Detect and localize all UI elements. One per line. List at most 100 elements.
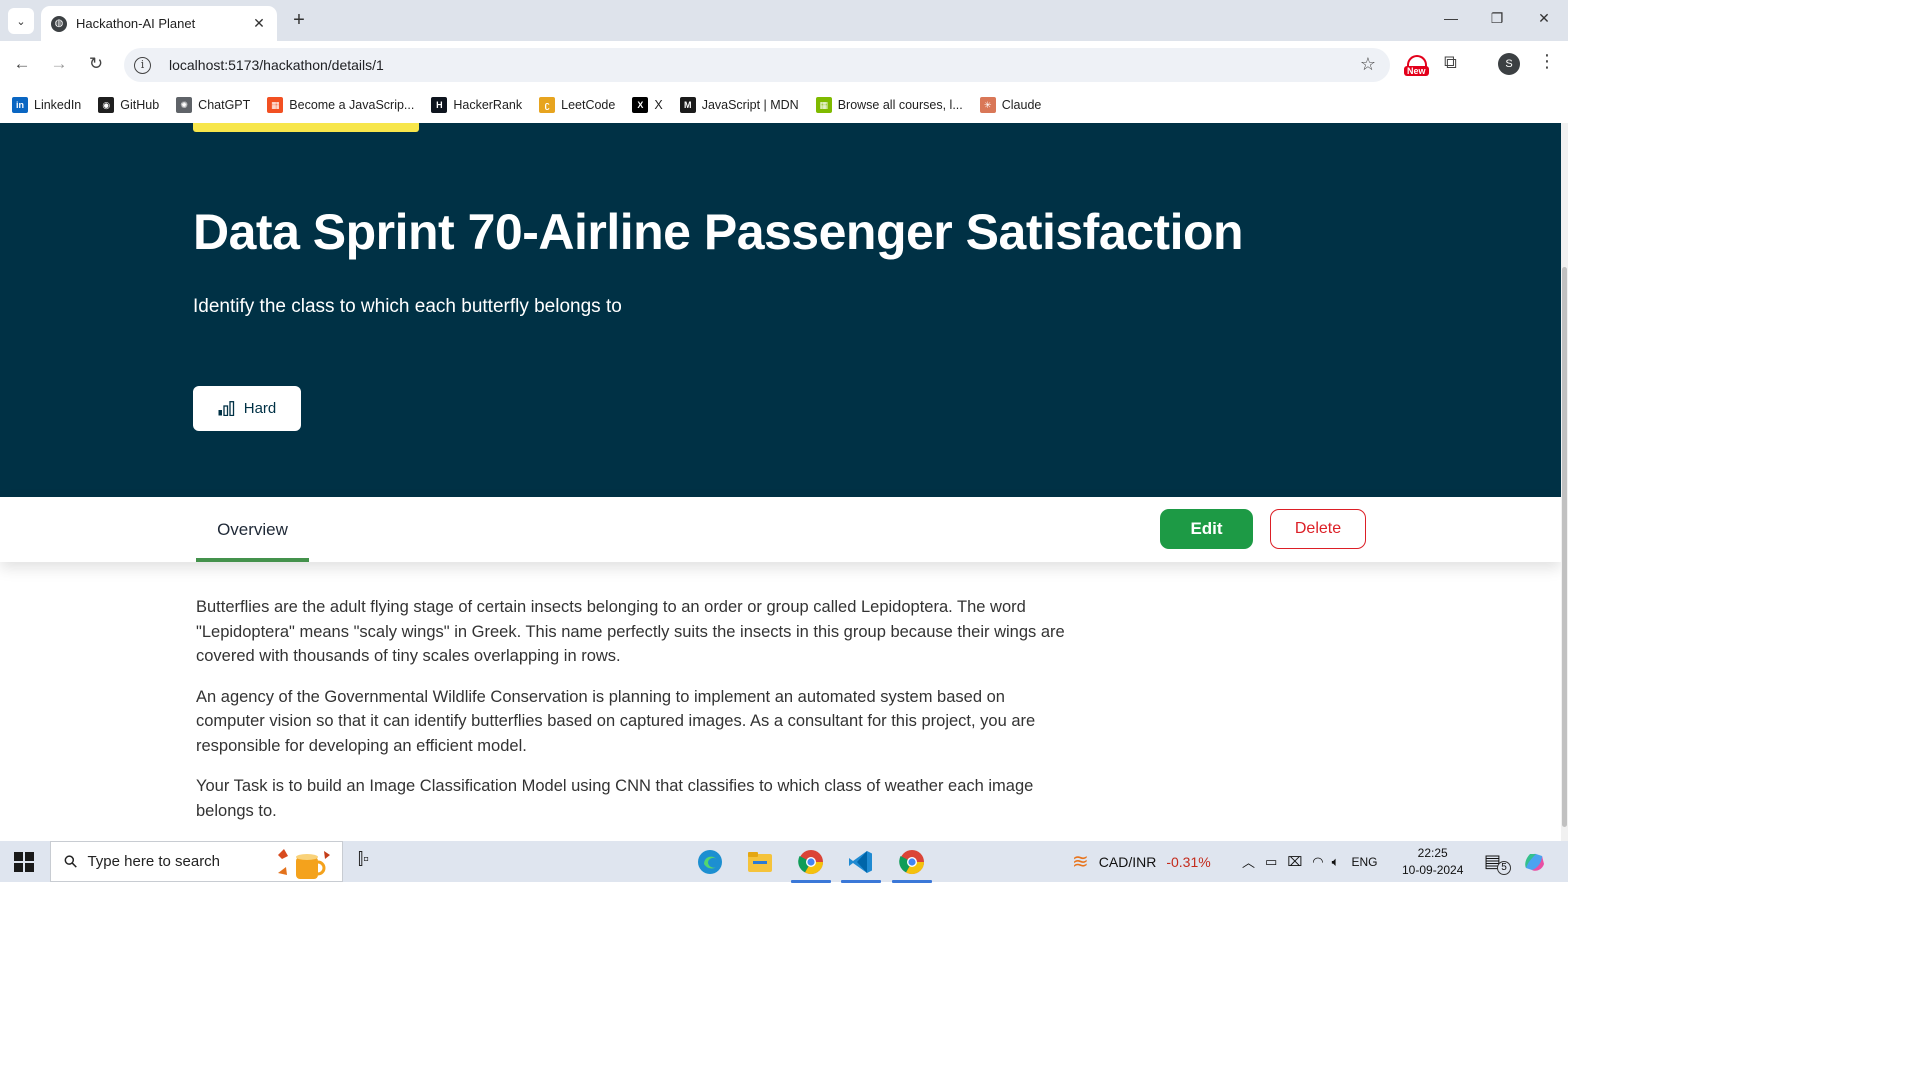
tab-title: Hackathon-AI Planet — [76, 16, 196, 31]
microsoft-icon: ▦ — [815, 97, 832, 113]
github-icon: ◉ — [98, 97, 115, 113]
status-tag — [193, 123, 419, 132]
bookmark-label: LeetCode — [561, 98, 616, 112]
extensions-icon[interactable]: ⧉ — [1444, 52, 1457, 73]
edit-button[interactable]: Edit — [1160, 509, 1253, 549]
details-tab-bar: Overview Edit Delete — [0, 497, 1561, 562]
taskbar-search-box[interactable]: ⚲ Type here to search — [50, 841, 343, 882]
claude-icon: ✳ — [979, 97, 996, 113]
profile-avatar[interactable]: S — [1498, 53, 1520, 75]
bookmark-item[interactable]: ✳ Claude — [979, 97, 1042, 113]
bookmarks-bar: in LinkedIn ◉ GitHub ✺ ChatGPT ▦ Become a JavaS… — [0, 87, 1568, 123]
bookmark-item[interactable]: ◉ GitHub — [98, 97, 159, 113]
wifi-icon[interactable]: ◠ — [1312, 854, 1323, 870]
autumn-cup-icon — [278, 849, 330, 879]
browser-tab[interactable]: ◍ Hackathon-AI Planet ✕ — [41, 6, 277, 41]
x-icon: X — [632, 97, 649, 113]
page-scrollbar[interactable] — [1561, 123, 1568, 841]
hackerrank-icon: H — [431, 97, 448, 113]
browser-tab-strip: ⌄ ◍ Hackathon-AI Planet ✕ + — ❐ ✕ — [0, 0, 1568, 41]
new-extension-icon[interactable]: New — [1404, 55, 1430, 77]
bookmark-label: Claude — [1001, 98, 1042, 112]
file-explorer-icon[interactable] — [740, 845, 780, 879]
tab-search-button[interactable]: ⌄ — [8, 8, 34, 34]
battery-icon[interactable]: ▭ — [1265, 854, 1277, 870]
bookmark-item[interactable]: in LinkedIn — [12, 97, 81, 113]
volume-icon[interactable]: 🔈︎ — [1332, 854, 1340, 870]
search-icon: ⚲ — [59, 850, 82, 873]
bookmark-item[interactable]: ✺ ChatGPT — [176, 97, 250, 113]
minimize-icon[interactable]: — — [1440, 6, 1462, 30]
bookmark-label: ChatGPT — [198, 98, 251, 112]
hackathon-title: Data Sprint 70-Airline Passenger Satisfa… — [193, 204, 1244, 260]
bookmark-item[interactable]: XX — [632, 97, 663, 113]
windows-taskbar: ⚲ Type here to search ⫿▫ ≋ CAD/INR -0.31… — [0, 841, 1568, 883]
linkedin-icon: in — [12, 97, 28, 113]
url-text[interactable]: localhost:5173/hackathon/details/1 — [169, 57, 384, 73]
device-icon[interactable]: ⌧ — [1287, 854, 1302, 870]
edge-app-icon[interactable] — [690, 845, 730, 879]
bookmark-label: Browse all courses, l... — [837, 98, 963, 112]
bookmark-label: GitHub — [120, 98, 160, 112]
chevron-down-icon: ⌄ — [16, 15, 26, 28]
hero-banner: Data Sprint 70-Airline Passenger Satisfa… — [0, 123, 1561, 497]
close-window-icon[interactable]: ✕ — [1533, 6, 1555, 30]
new-badge: New — [1404, 66, 1429, 76]
bookmark-label: X — [654, 98, 663, 112]
bookmark-label: Become a JavaScrip... — [289, 98, 415, 112]
scrollbar-thumb[interactable] — [1562, 267, 1567, 827]
chatgpt-icon: ✺ — [176, 97, 193, 113]
restore-icon[interactable]: ❐ — [1486, 6, 1508, 30]
language-indicator[interactable]: ENG — [1351, 855, 1377, 869]
difficulty-label: Hard — [243, 400, 277, 417]
taskbar-search-placeholder: Type here to search — [87, 853, 221, 870]
microsoft-icon: ▦ — [267, 97, 284, 113]
signal-bars-icon — [218, 401, 234, 416]
ticker-change: -0.31% — [1166, 853, 1211, 870]
hackathon-description: Butterflies are the adult flying stage o… — [196, 595, 1066, 839]
bookmark-item[interactable]: ʗ LeetCode — [539, 97, 615, 113]
delete-button[interactable]: Delete — [1270, 509, 1366, 549]
difficulty-badge: Hard — [193, 386, 301, 431]
back-icon[interactable]: ← — [10, 52, 34, 76]
browser-menu-icon[interactable]: ⋮ — [1538, 51, 1556, 72]
bookmark-label: HackerRank — [453, 98, 523, 112]
clock[interactable]: 22:25 10-09-2024 — [1402, 841, 1463, 882]
site-info-icon[interactable]: i — [134, 56, 151, 74]
task-view-icon[interactable]: ⫿▫ — [358, 851, 369, 869]
description-paragraph: An agency of the Governmental Wildlife C… — [196, 687, 1036, 755]
globe-icon: ◍ — [51, 15, 67, 32]
reload-icon[interactable]: ↻ — [84, 52, 108, 76]
mdn-icon: M — [679, 97, 696, 113]
new-tab-button[interactable]: + — [288, 8, 310, 32]
chrome-app-icon[interactable] — [791, 845, 831, 883]
bookmark-label: LinkedIn — [34, 98, 82, 112]
copilot-icon[interactable] — [1522, 841, 1546, 882]
hackathon-subtitle: Identify the class to which each butterf… — [193, 296, 622, 317]
stock-widget[interactable]: ≋ CAD/INR -0.31% — [1072, 841, 1211, 882]
leetcode-icon: ʗ — [539, 97, 556, 113]
ticker-label: CAD/INR — [1098, 853, 1157, 870]
bookmark-item[interactable]: M JavaScript | MDN — [679, 97, 799, 113]
vscode-app-icon[interactable] — [841, 845, 881, 883]
windows-start-icon[interactable] — [14, 852, 34, 872]
chevron-up-icon[interactable]: ︿ — [1242, 852, 1255, 871]
clock-date: 10-09-2024 — [1402, 862, 1464, 877]
forward-icon[interactable]: → — [47, 52, 71, 76]
page-viewport: Data Sprint 70-Airline Passenger Satisfa… — [0, 123, 1568, 841]
bookmark-star-icon[interactable]: ☆ — [1360, 54, 1376, 75]
bookmark-item[interactable]: ▦ Become a JavaScrip... — [267, 97, 414, 113]
notification-center[interactable]: ▤ 5 — [1484, 841, 1512, 882]
chrome-profile-app-icon[interactable] — [892, 845, 932, 883]
browser-toolbar: ← → ↻ i localhost:5173/hackathon/details… — [0, 41, 1568, 87]
address-bar[interactable]: i localhost:5173/hackathon/details/1 ☆ — [124, 48, 1390, 82]
notification-count: 5 — [1497, 860, 1512, 875]
description-paragraph: Butterflies are the adult flying stage o… — [196, 598, 1065, 665]
tab-overview[interactable]: Overview — [196, 497, 309, 562]
system-tray: ︿ ▭ ⌧ ◠ 🔈︎ ENG — [1242, 841, 1377, 882]
description-paragraph: Your Task is to build an Image Classific… — [196, 777, 1034, 820]
stock-chart-icon: ≋ — [1072, 851, 1089, 873]
bookmark-item[interactable]: ▦ Browse all courses, l... — [815, 97, 963, 113]
close-tab-icon[interactable]: ✕ — [251, 15, 267, 32]
bookmark-item[interactable]: H HackerRank — [431, 97, 522, 113]
